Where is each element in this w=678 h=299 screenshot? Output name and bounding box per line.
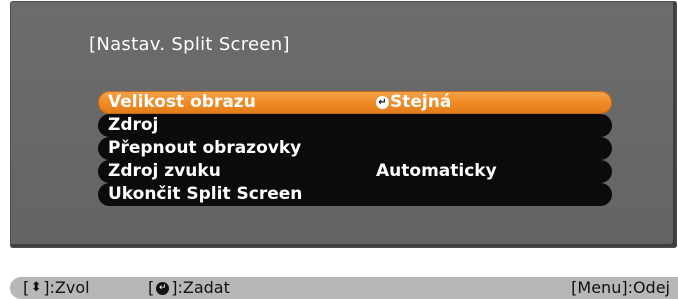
menu-item-value-text: Automaticky [376,161,497,181]
split-screen-menu-panel: [Nastav. Split Screen] Velikost obrazu ↵… [10,1,677,248]
menu-item-value: ↵ Stejná [376,91,451,114]
menu-item-label: Zdroj [108,115,159,135]
up-down-arrows-icon: ⬍ [30,280,42,295]
menu-item-switch-screens[interactable]: Přepnout obrazovky [98,137,612,160]
nav-hint-open: [ [23,278,30,297]
menu-item-image-size[interactable]: Velikost obrazu ↵ Stejná [98,91,612,114]
enter-hint: [ ↵ ]:Zadat [148,277,230,299]
menu-item-exit-split-screen[interactable]: Ukončit Split Screen [98,183,612,206]
nav-hint-text: ]:Zvol [43,278,90,297]
enter-hint-text: ]:Zadat [171,278,230,297]
enter-icon: ↵ [156,281,170,295]
menu-item-value: Automaticky [376,160,497,183]
menu-list: Velikost obrazu ↵ Stejná Zdroj Přepnout … [98,91,612,206]
menu-item-label: Přepnout obrazovky [108,138,302,158]
menu-item-audio-source[interactable]: Zdroj zvuku Automaticky [98,160,612,183]
menu-item-label: Velikost obrazu [108,92,256,112]
menu-item-source[interactable]: Zdroj [98,114,612,137]
nav-hint: [ ⬍ ]:Zvol [23,277,90,299]
menu-item-label: Zdroj zvuku [108,161,221,181]
enter-hint-open: [ [148,278,155,297]
status-bar: [ ⬍ ]:Zvol [ ↵ ]:Zadat [Menu]:Odej [10,277,678,299]
menu-title: [Nastav. Split Screen] [89,34,290,55]
menu-item-label: Ukončit Split Screen [108,184,303,204]
menu-hint: [Menu]:Odej [571,278,670,297]
enter-icon: ↵ [376,96,389,109]
menu-item-value-text: Stejná [390,92,452,112]
